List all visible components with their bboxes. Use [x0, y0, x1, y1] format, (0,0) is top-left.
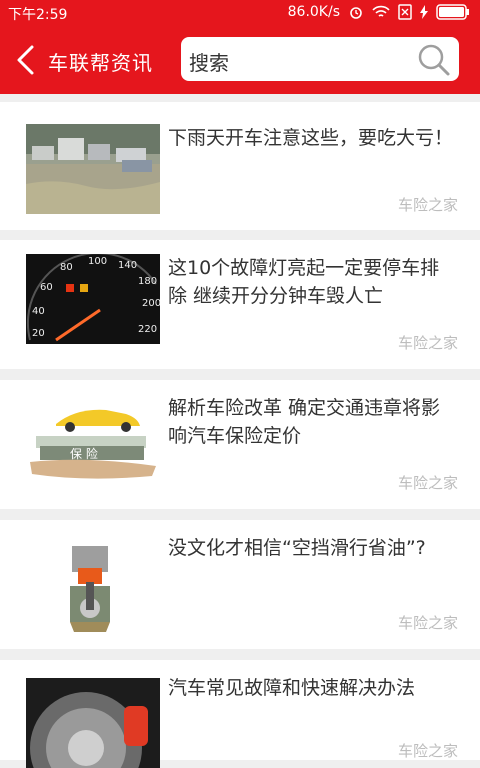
speedometer-image: 20 40 60 80 100 140 180 200 220: [26, 254, 160, 344]
list-item[interactable]: 汽车常见故障和快速解决办法 车险之家: [0, 660, 480, 768]
search-placeholder: 搜索: [189, 51, 229, 75]
charging-icon: [420, 5, 428, 19]
svg-text:100: 100: [88, 256, 107, 267]
list-item[interactable]: 没文化才相信“空挡滑行省油”? 车险之家: [0, 520, 480, 649]
page-title: 车联帮资讯: [48, 51, 153, 75]
article-title: 没文化才相信“空挡滑行省油”?: [168, 537, 426, 559]
article-thumbnail: [26, 678, 160, 768]
article-thumbnail: 保 险: [26, 396, 160, 486]
list-item[interactable]: 保 险 解析车险改革 确定交通违章将影响汽车保险定价 车险之家: [0, 380, 480, 509]
network-speed: 86.0K/s: [287, 4, 340, 20]
svg-text:180: 180: [138, 276, 157, 287]
sim-icon: [398, 4, 412, 20]
svg-text:200: 200: [142, 298, 160, 309]
article-title: 这10个故障灯亮起一定要停车排除 继续开分分钟车毁人亡: [168, 257, 440, 307]
insurance-car-image: 保 险: [26, 396, 160, 486]
alarm-icon: [350, 7, 362, 19]
article-thumbnail: 20 40 60 80 100 140 180 200 220: [26, 254, 160, 344]
article-title: 解析车险改革 确定交通违章将影响汽车保险定价: [168, 397, 441, 447]
battery-icon: [436, 4, 469, 20]
brake-disc-image: [26, 678, 160, 768]
article-source: 车险之家: [397, 334, 458, 352]
engine-piston-image: [26, 534, 160, 638]
status-time: 下午2:59: [8, 7, 68, 23]
status-icons: 86.0K/s: [288, 4, 470, 20]
svg-text:60: 60: [40, 282, 53, 293]
svg-text:保 险: 保 险: [70, 446, 98, 461]
article-title: 下雨天开车注意这些，要吃大亏！: [168, 127, 454, 149]
svg-text:20: 20: [32, 328, 45, 339]
svg-text:220: 220: [138, 324, 157, 335]
article-source: 车险之家: [397, 474, 458, 492]
svg-text:40: 40: [32, 306, 45, 317]
back-arrow-icon[interactable]: [12, 44, 40, 76]
search-input[interactable]: 搜索: [181, 37, 459, 81]
app-header: 车联帮资讯 搜索: [0, 26, 480, 94]
list-item[interactable]: 20 40 60 80 100 140 180 200 220 这10个故障灯亮起一定要停车…: [0, 240, 480, 369]
status-bar: 下午2:59 86.0K/s: [0, 0, 480, 26]
wifi-icon: [372, 5, 390, 17]
svg-text:140: 140: [118, 260, 137, 271]
search-icon[interactable]: [417, 43, 451, 77]
article-source: 车险之家: [397, 742, 458, 760]
article-thumbnail: [26, 124, 160, 214]
flooded-street-cars-image: [26, 124, 160, 214]
article-thumbnail: [26, 534, 160, 638]
list-item[interactable]: 下雨天开车注意这些，要吃大亏！ 车险之家: [0, 102, 480, 230]
article-source: 车险之家: [397, 614, 458, 632]
article-source: 车险之家: [397, 196, 458, 214]
svg-text:80: 80: [60, 262, 73, 273]
article-title: 汽车常见故障和快速解决办法: [168, 677, 416, 699]
